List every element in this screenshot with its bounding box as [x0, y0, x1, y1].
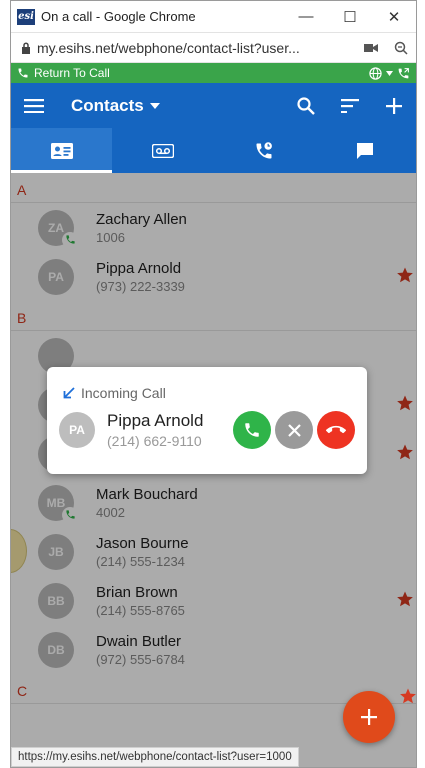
return-to-call-label: Return To Call	[34, 66, 110, 80]
presence-phone-icon	[62, 231, 78, 248]
phone-icon	[18, 68, 28, 78]
incoming-call-popup: Incoming Call PA Pippa Arnold (214) 662-…	[47, 367, 367, 474]
caller-number: (214) 662-9110	[107, 433, 202, 449]
incoming-call-heading: Incoming Call	[81, 385, 166, 401]
globe-icon[interactable]	[369, 66, 382, 80]
add-button[interactable]	[343, 691, 395, 743]
contact-number: (972) 555-6784	[96, 651, 185, 667]
contact-name: Mark Bouchard	[96, 485, 198, 503]
contact-row[interactable]: DB Dwain Butler (972) 555-6784	[11, 625, 416, 674]
answer-call-button[interactable]	[233, 411, 271, 449]
incoming-arrow-icon	[63, 387, 75, 399]
zoom-icon[interactable]	[386, 41, 416, 55]
favorite-star-icon[interactable]	[396, 394, 414, 417]
contacts-title-dropdown[interactable]: Contacts	[71, 96, 284, 116]
tab-call-history[interactable]	[214, 128, 315, 173]
ignore-call-button[interactable]	[275, 411, 313, 449]
add-contact-icon[interactable]	[372, 97, 416, 114]
favorite-star-icon[interactable]	[396, 590, 414, 613]
section-header: A	[11, 173, 416, 203]
avatar: PA	[38, 258, 74, 295]
contact-name: Pippa Arnold	[96, 259, 182, 277]
contact-number: (973) 222-3339	[96, 278, 185, 294]
contact-row[interactable]: JB Jason Bourne (214) 555-1234	[11, 527, 416, 576]
close-icon	[287, 423, 301, 437]
contact-number: (214) 555-8765	[96, 602, 185, 618]
window-title: On a call - Google Chrome	[41, 9, 196, 24]
contact-card-icon	[50, 142, 73, 159]
chat-icon	[357, 142, 374, 159]
tab-chat[interactable]	[315, 128, 416, 173]
favorite-star-icon[interactable]	[396, 443, 414, 466]
decline-call-button[interactable]	[317, 411, 355, 449]
avatar-initials: BB	[47, 593, 65, 608]
avatar: DB	[38, 631, 74, 668]
phone-icon	[245, 423, 259, 437]
contact-name: Brian Brown	[96, 583, 178, 601]
esi-logo-icon: esi	[17, 8, 35, 25]
avatar: BB	[38, 582, 74, 619]
maximize-button[interactable]: ☐	[328, 1, 372, 33]
contact-number: (214) 555-1234	[96, 553, 185, 569]
call-forward-icon[interactable]	[397, 67, 410, 80]
avatar-initials: ZA	[48, 220, 64, 235]
contact-number: 1006	[96, 229, 125, 245]
avatar-initials: DB	[47, 642, 65, 657]
contact-name: Dwain Butler	[96, 632, 182, 650]
avatar-initials: PA	[48, 269, 64, 284]
contact-row[interactable]: MB Mark Bouchard 4002	[11, 478, 416, 527]
search-icon[interactable]	[284, 96, 328, 115]
url-field[interactable]: my.esihs.net/webphone/contact-list?user.…	[37, 40, 356, 56]
caret-down-icon	[149, 102, 160, 109]
page-title: Contacts	[71, 95, 144, 115]
chevron-down-icon[interactable]	[386, 70, 393, 76]
hang-up-icon	[326, 425, 346, 434]
contact-row[interactable]: ZA Zachary Allen 1006	[11, 203, 416, 252]
contact-number: 4002	[96, 504, 125, 520]
avatar-initials: JB	[48, 544, 64, 559]
call-history-icon	[256, 141, 273, 158]
favorite-star-icon[interactable]	[396, 266, 414, 289]
status-bar: https://my.esihs.net/webphone/contact-li…	[11, 747, 299, 767]
contact-name: Jason Bourne	[96, 534, 189, 552]
avatar-initials: MB	[46, 495, 66, 510]
tab-voicemail[interactable]	[112, 128, 213, 173]
voicemail-icon	[151, 143, 174, 158]
return-to-call-bar[interactable]: Return To Call	[11, 63, 416, 83]
hamburger-menu-icon[interactable]	[11, 98, 57, 113]
browser-window: esi On a call - Google Chrome — ☐ ✕ my.e…	[10, 0, 417, 768]
app-header: Contacts	[11, 83, 416, 128]
window-titlebar: esi On a call - Google Chrome — ☐ ✕	[11, 1, 416, 33]
close-button[interactable]: ✕	[372, 1, 416, 33]
favorite-star-icon[interactable]	[399, 687, 417, 705]
camera-icon[interactable]	[356, 43, 386, 53]
lock-icon[interactable]	[15, 41, 37, 54]
presence-phone-icon	[62, 506, 78, 523]
tab-bar	[11, 128, 416, 173]
contact-row[interactable]: BB Brian Brown (214) 555-8765	[11, 576, 416, 625]
tab-contacts[interactable]	[11, 128, 113, 173]
caller-name: Pippa Arnold	[107, 411, 204, 430]
section-header: B	[11, 301, 416, 331]
sort-icon[interactable]	[328, 98, 372, 113]
plus-icon	[361, 709, 377, 725]
contact-name: Zachary Allen	[96, 210, 187, 228]
address-bar: my.esihs.net/webphone/contact-list?user.…	[11, 33, 416, 63]
avatar: ZA	[38, 209, 78, 248]
avatar: MB	[38, 484, 78, 523]
minimize-button[interactable]: —	[284, 1, 328, 33]
avatar: JB	[38, 533, 74, 570]
caller-avatar: PA	[59, 412, 95, 448]
contact-row[interactable]: PA Pippa Arnold (973) 222-3339	[11, 252, 416, 301]
